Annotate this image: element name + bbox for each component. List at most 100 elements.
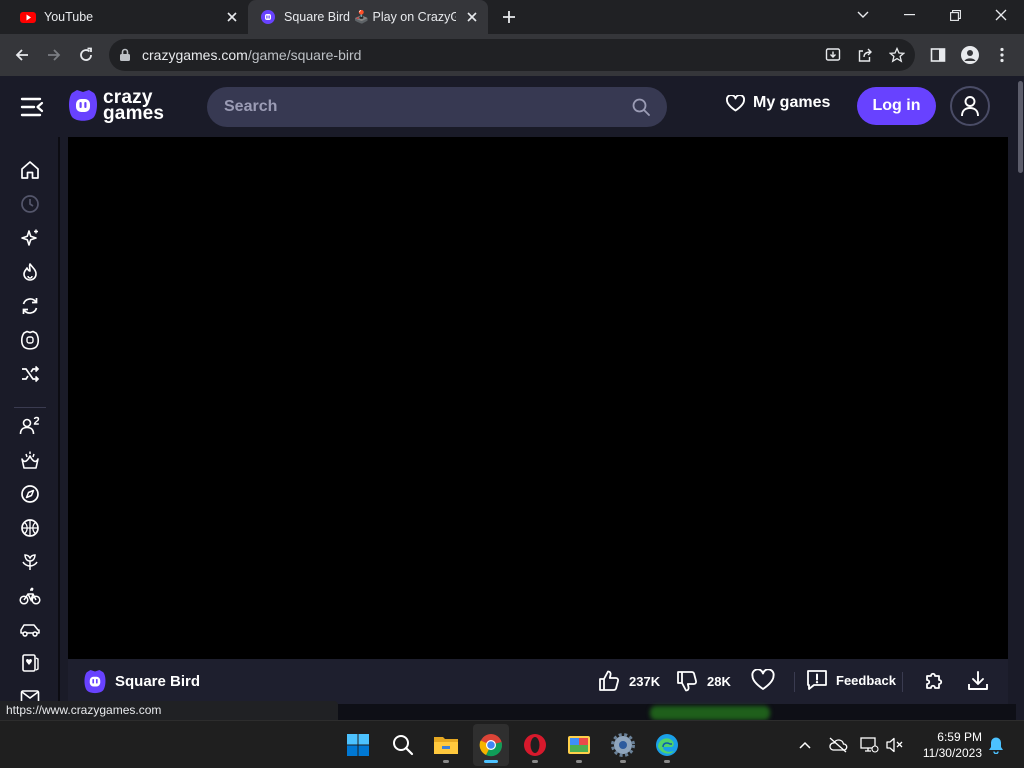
forward-icon[interactable] [40, 41, 68, 69]
edge-icon[interactable] [653, 731, 681, 759]
back-icon[interactable] [8, 41, 36, 69]
status-url-bubble: https://www.crazygames.com [0, 701, 338, 720]
site-header: crazy games My games Log in [0, 77, 1016, 137]
reload-icon[interactable] [72, 41, 100, 69]
dislike-count: 28K [707, 673, 731, 689]
app-running-indicator [664, 760, 670, 763]
puzzle-icon [926, 672, 943, 689]
windows-start-icon[interactable] [344, 731, 372, 759]
opera-icon[interactable] [521, 731, 549, 759]
cards-icon[interactable] [18, 651, 42, 675]
my-games-button[interactable]: My games [726, 94, 830, 112]
basketball-icon[interactable] [18, 516, 42, 540]
multiplayer-icon[interactable] [18, 414, 42, 438]
crazy-logo-icon[interactable] [18, 328, 42, 352]
app-running-indicator [620, 760, 626, 763]
download-icon [968, 671, 988, 690]
close-icon[interactable] [464, 9, 480, 25]
app-active-indicator [484, 760, 498, 763]
flower-icon[interactable] [18, 550, 42, 574]
scrollbar-thumb[interactable] [1018, 81, 1023, 173]
network-icon[interactable] [859, 735, 879, 755]
bookmark-star-icon[interactable] [887, 45, 907, 65]
user-account-button[interactable] [950, 86, 990, 126]
feedback-button[interactable]: Feedback [806, 669, 896, 691]
profile-icon[interactable] [956, 41, 984, 69]
taskbar-search-icon[interactable] [389, 731, 417, 759]
close-icon[interactable] [224, 9, 240, 25]
tab-title: Square Bird 🕹️ Play on CrazyGames [284, 9, 456, 24]
embed-button[interactable] [922, 669, 946, 693]
notification-bell-icon[interactable] [986, 735, 1006, 755]
compass-icon[interactable] [18, 482, 42, 506]
url-host: crazygames.com [142, 47, 248, 63]
new-tab-button[interactable] [497, 5, 521, 29]
search-bar[interactable] [207, 87, 667, 127]
favorite-button[interactable] [751, 669, 775, 691]
toolbar-divider [794, 672, 795, 692]
install-app-icon[interactable] [823, 45, 843, 65]
crown-icon[interactable] [18, 448, 42, 472]
address-bar[interactable]: crazygames.com/game/square-bird [109, 39, 915, 71]
dislike-button[interactable]: 28K [675, 669, 731, 693]
like-count: 237K [629, 673, 661, 689]
clock-date: 11/30/2023 [922, 746, 982, 760]
restore-icon[interactable] [932, 0, 978, 30]
windows-taskbar: 6:59 PM 11/30/2023 [0, 720, 1024, 768]
download-button[interactable] [966, 669, 990, 693]
clock-icon[interactable] [18, 192, 42, 216]
window-close-icon[interactable] [978, 0, 1024, 30]
chrome-icon[interactable] [477, 731, 505, 759]
kebab-menu-icon[interactable] [988, 41, 1016, 69]
tab-title: YouTube [44, 10, 94, 24]
partial-game-thumbnail [650, 706, 770, 720]
tab-youtube[interactable]: YouTube [8, 0, 248, 34]
volume-muted-icon[interactable] [885, 735, 905, 755]
thumbs-up-icon [599, 670, 620, 691]
user-icon [961, 96, 979, 117]
minimize-icon[interactable] [886, 0, 932, 30]
file-explorer-icon[interactable] [432, 731, 460, 759]
settings-icon[interactable] [609, 731, 637, 759]
tab-search-icon[interactable] [840, 0, 886, 30]
share-icon[interactable] [855, 45, 875, 65]
like-button[interactable]: 237K [597, 669, 660, 693]
crazygames-logo-icon [69, 90, 97, 121]
url-path: /game/square-bird [247, 47, 362, 63]
feedback-icon [807, 670, 827, 690]
bike-icon[interactable] [18, 584, 42, 608]
category-sidebar [0, 137, 60, 704]
side-panel-icon[interactable] [924, 41, 952, 69]
search-icon[interactable] [632, 98, 650, 116]
refresh-icon[interactable] [18, 294, 42, 318]
chevron-up-icon[interactable] [795, 735, 815, 755]
heart-icon [726, 94, 745, 111]
fire-icon[interactable] [18, 260, 42, 284]
taskbar-clock[interactable]: 6:59 PM 11/30/2023 [914, 729, 982, 761]
thumbs-down-icon [677, 671, 698, 692]
logo-line-2: games [103, 103, 165, 124]
shuffle-icon[interactable] [18, 362, 42, 386]
feedback-label: Feedback [836, 672, 896, 688]
tab-square-bird[interactable]: Square Bird 🕹️ Play on CrazyGames [248, 0, 488, 34]
sparkle-icon[interactable] [18, 226, 42, 250]
youtube-icon [20, 9, 36, 25]
url-text: crazygames.com/game/square-bird [142, 47, 361, 63]
browser-toolbar: crazygames.com/game/square-bird [0, 34, 1024, 76]
clock-time: 6:59 PM [937, 730, 982, 744]
crazygames-logo[interactable]: crazy games [67, 88, 165, 124]
game-canvas[interactable] [68, 137, 1008, 659]
search-input[interactable] [207, 87, 607, 127]
home-icon[interactable] [18, 158, 42, 182]
app-running-indicator [443, 760, 449, 763]
photo-app-icon[interactable] [565, 731, 593, 759]
app-running-indicator [576, 760, 582, 763]
car-icon[interactable] [18, 618, 42, 642]
onedrive-offline-icon[interactable] [828, 735, 848, 755]
browser-tab-strip: YouTube Square Bird 🕹️ Play on CrazyGame… [0, 0, 1024, 34]
login-button[interactable]: Log in [857, 87, 936, 125]
menu-collapse-icon[interactable] [20, 96, 44, 118]
app-running-indicator [532, 760, 538, 763]
game-title: Square Bird [115, 673, 201, 690]
page-scrollbar[interactable] [1016, 77, 1024, 720]
